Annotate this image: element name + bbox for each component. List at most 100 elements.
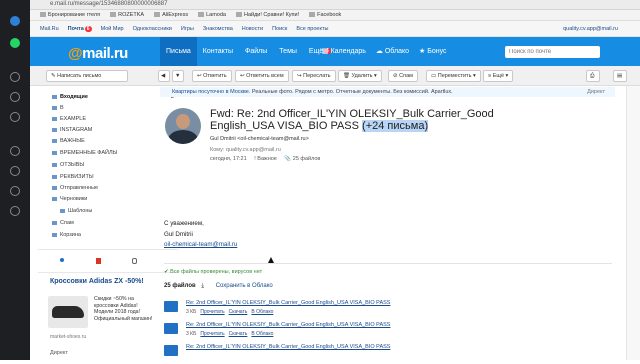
url-text[interactable]: e.mail.ru/message/15346880800000006887: [50, 1, 167, 7]
mouse-cursor-icon: [268, 257, 274, 263]
back-button[interactable]: ◀: [158, 70, 170, 82]
portal-link-news[interactable]: Новости: [242, 26, 263, 32]
attachments-header: 25 файлов ⤓ Сохранить в Облако: [164, 283, 273, 290]
save-to-cloud-link[interactable]: Сохранить в Облако: [216, 283, 273, 289]
messenger-icon[interactable]: [10, 16, 20, 26]
flag-icon[interactable]: [96, 258, 101, 264]
download-link[interactable]: Скачать: [229, 331, 248, 337]
bonus-link[interactable]: ★ Бонус: [419, 37, 447, 66]
thread-count[interactable]: (+24 письма): [362, 120, 429, 132]
spam-button[interactable]: ⊘ Спам: [388, 70, 418, 82]
attachments-count: 25 файлов: [164, 283, 196, 289]
info-icon[interactable]: [10, 206, 20, 216]
attachment-name[interactable]: Re: 2nd Officer_IL'YIN OLEKSIY_Bulk Carr…: [186, 344, 390, 350]
archive-icon[interactable]: ▤: [613, 70, 627, 82]
promo-banner[interactable]: Квартиры посуточно в Москве. Реальные фо…: [160, 87, 615, 97]
attachment-name[interactable]: Re: 2nd Officer_IL'YIN OLEKSIY_Bulk Carr…: [186, 322, 390, 328]
folder-templates[interactable]: Шаблоны: [60, 208, 92, 214]
portal-link-myworld[interactable]: Мой Мир: [101, 26, 124, 32]
right-panel[interactable]: [626, 86, 640, 360]
tab-contacts[interactable]: Контакты: [197, 37, 239, 66]
tab-themes[interactable]: Темы: [273, 37, 303, 66]
download-icon[interactable]: ⤓: [201, 283, 204, 289]
cloud-link[interactable]: ☁ Облако: [376, 37, 409, 66]
calendar-link[interactable]: ▦ Календарь: [322, 37, 366, 66]
sidebar-ad[interactable]: Кроссовки Adidas ZX -50%! Скидки ~50% на…: [40, 278, 155, 360]
read-link[interactable]: Прочитать: [200, 309, 224, 315]
tab-letters[interactable]: Письма: [160, 37, 197, 66]
bookmark-item[interactable]: ROZETKA: [110, 12, 144, 18]
promo-link[interactable]: Квартиры посуточно в Москве.: [172, 89, 250, 95]
bookmark-item[interactable]: Бронирование гтеля: [40, 12, 100, 18]
more-button[interactable]: ≡ Ещё ▾: [483, 70, 514, 82]
account-email[interactable]: quality.cv.app@mail.ru: [563, 26, 618, 32]
folder-item[interactable]: ВРЕМЕННЫЕ ФАЙЛЫ: [52, 150, 117, 156]
dot-icon[interactable]: [60, 258, 64, 262]
reply-all-button[interactable]: ↩ Ответить всем: [235, 70, 289, 82]
portal-link-dating[interactable]: Знакомства: [203, 26, 233, 32]
portal-link-search[interactable]: Поиск: [272, 26, 287, 32]
folder-item[interactable]: ВАЖНЫЕ: [52, 138, 85, 144]
folder-spam[interactable]: Спам: [52, 220, 74, 226]
portal-link-mailru[interactable]: Mail.Ru: [40, 26, 59, 32]
reply-button[interactable]: ↩ Ответить: [192, 70, 232, 82]
portal-link-ok[interactable]: Одноклассники: [133, 26, 172, 32]
forward-button[interactable]: ↪ Переслать: [292, 70, 336, 82]
attachment-name[interactable]: Re: 2nd Officer_IL'YIN OLEKSIY_Bulk Carr…: [186, 300, 390, 306]
attachment-item[interactable]: Re: 2nd Officer_IL'YIN OLEKSIY_Bulk Carr…: [164, 300, 594, 320]
mail-search-input[interactable]: [505, 46, 600, 58]
files-link[interactable]: 📎 25 файлов: [284, 156, 320, 162]
to-cloud-link[interactable]: В Облако: [251, 331, 273, 337]
sender-avatar[interactable]: [165, 108, 201, 144]
folder-item[interactable]: В: [52, 105, 64, 111]
portal-link-games[interactable]: Игры: [181, 26, 194, 32]
folder-item[interactable]: INSTAGRAM: [52, 127, 92, 133]
compose-button[interactable]: ✎ Написать письмо: [46, 70, 128, 82]
attachment-icon[interactable]: [132, 258, 137, 264]
portal-link-all-projects[interactable]: Все проекты: [296, 26, 328, 32]
ad-direct-label: Директ: [50, 350, 68, 356]
bookmark-item[interactable]: Lamoda: [198, 12, 226, 18]
browser-urlbar[interactable]: e.mail.ru/message/15346880800000006887: [30, 0, 640, 10]
whatsapp-icon[interactable]: [10, 38, 20, 48]
read-link[interactable]: Прочитать: [200, 331, 224, 337]
attachment-item[interactable]: Re: 2nd Officer_IL'YIN OLEKSIY_Bulk Carr…: [164, 322, 594, 342]
to-cloud-link[interactable]: В Облако: [251, 309, 273, 315]
down-button[interactable]: ▼: [172, 70, 184, 82]
sneaker-icon: [52, 306, 84, 318]
mailru-logo[interactable]: @mail.ru: [68, 45, 128, 62]
list-icon[interactable]: [10, 186, 20, 196]
move-button[interactable]: ▭ Переместить ▾: [426, 70, 481, 82]
heart-icon[interactable]: [10, 166, 20, 176]
recipient[interactable]: Кому: quality.cv.app@mail.ru: [210, 147, 281, 153]
camera-icon[interactable]: [10, 112, 20, 122]
tab-files[interactable]: Файлы: [239, 37, 273, 66]
folder-sent[interactable]: Отправленные: [52, 185, 98, 191]
folder-drafts[interactable]: Черновики: [52, 196, 87, 202]
attachment-item[interactable]: Re: 2nd Officer_IL'YIN OLEKSIY_Bulk Carr…: [164, 344, 594, 364]
divider: [38, 272, 178, 273]
ad-title[interactable]: Кроссовки Adidas ZX -50%!: [50, 278, 144, 286]
search-icon[interactable]: [10, 72, 20, 82]
bookmark-item[interactable]: Facebook: [309, 12, 341, 18]
bookmark-item[interactable]: Найди! Сравни! Купи!: [235, 12, 299, 18]
ad-site[interactable]: market-shoes.ru: [50, 334, 86, 340]
folder-trash[interactable]: Корзина: [52, 232, 81, 238]
message-view: Квартиры посуточно в Москве. Реальные фо…: [160, 86, 620, 360]
ad-image[interactable]: [48, 296, 88, 328]
folder-item[interactable]: ОТЗЫВЫ: [52, 162, 84, 168]
sender[interactable]: Gul Dmitrii <oil-chemical-team@mail.ru>: [210, 136, 309, 142]
clock-icon[interactable]: [10, 146, 20, 156]
body-email-link[interactable]: oil-chemical-team@mail.ru: [164, 241, 237, 248]
send-icon[interactable]: [10, 92, 20, 102]
delete-button[interactable]: 🗑 Удалить ▾: [338, 70, 382, 82]
download-link[interactable]: Скачать: [229, 309, 248, 315]
attachment-size: 3 КБ Прочитать Скачать В Облако: [186, 309, 274, 315]
folder-inbox[interactable]: Входящие 2: [52, 94, 174, 100]
important-flag[interactable]: ! Важное: [254, 156, 277, 162]
print-icon[interactable]: ⎙: [586, 70, 600, 82]
folder-item[interactable]: РЕКВИЗИТЫ: [52, 174, 94, 180]
bookmark-item[interactable]: AliExpress: [154, 12, 188, 18]
portal-link-mail[interactable]: Почта 6: [68, 25, 92, 32]
folder-item[interactable]: EXAMPLE: [52, 116, 86, 122]
